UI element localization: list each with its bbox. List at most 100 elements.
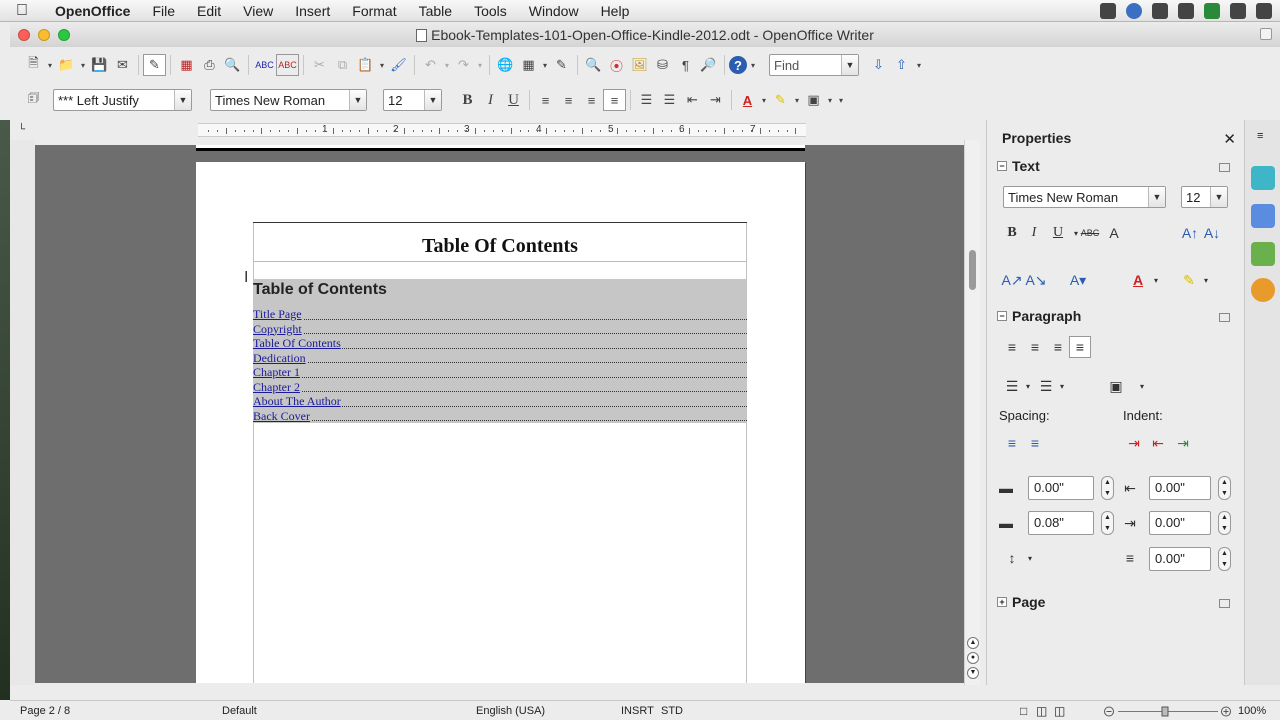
find-field[interactable]: Find ▼ [769, 54, 859, 76]
toc-entry[interactable]: About The Author [253, 394, 747, 409]
help-icon[interactable]: ? [729, 56, 747, 74]
table-of-contents[interactable]: Table of Contents Title Page Copyright T… [253, 279, 747, 423]
navigator-tab-icon[interactable] [1251, 278, 1275, 302]
after-indent-spinner[interactable]: ▲ ▼ [1218, 511, 1231, 535]
above-spacing-spinner[interactable]: ▲ ▼ [1101, 476, 1114, 500]
decrease-indent-icon[interactable]: ⇤ [681, 89, 704, 111]
multi-page-view-icon[interactable]: ◫ [1036, 704, 1047, 718]
open-folder-icon[interactable]: 📁 [55, 54, 78, 76]
table-icon[interactable]: ▦ [517, 54, 540, 76]
record-tray-icon[interactable] [1152, 2, 1168, 19]
toc-entry[interactable]: Chapter 2 [253, 379, 747, 394]
align-right-icon[interactable]: ≡ [580, 89, 603, 111]
formatting-toolbar-more-icon[interactable]: ▾ [835, 89, 847, 111]
font-color-dropdown-icon[interactable]: ▾ [759, 89, 769, 111]
menu-tools[interactable]: Tools [463, 3, 518, 19]
numbering-icon[interactable]: ☰ [635, 89, 658, 111]
redo-icon[interactable]: ↷ [452, 54, 475, 76]
document-page[interactable]: Table Of Contents Table of Contents Titl… [196, 162, 805, 683]
font-name-dropdown-icon[interactable]: ▼ [349, 90, 366, 110]
horizontal-ruler[interactable]: 1 2 3 4 5 6 7 [198, 123, 806, 137]
background-color-icon[interactable]: ▣ [802, 89, 825, 111]
menu-format[interactable]: Format [341, 3, 407, 19]
before-indent-spinner[interactable]: ▲ ▼ [1218, 476, 1231, 500]
align-center-icon[interactable]: ≡ [557, 89, 580, 111]
sidebar-bold-button[interactable]: B [1001, 222, 1023, 244]
more-options-icon[interactable] [1219, 599, 1230, 608]
navigation-icon[interactable]: ● [967, 652, 979, 664]
paste-icon[interactable]: 📋 [354, 54, 377, 76]
language-indicator[interactable]: English (USA) [476, 705, 545, 717]
sidebar-align-center-icon[interactable]: ≡ [1024, 336, 1046, 358]
sidebar-font-color-dropdown-icon[interactable]: ▾ [1145, 269, 1167, 291]
document-canvas[interactable]: Table Of Contents Table of Contents Titl… [35, 145, 964, 683]
sidebar-font-name-combo[interactable]: Times New Roman ▼ [1003, 186, 1166, 208]
find-next-icon[interactable]: ⇩ [867, 54, 890, 76]
copy-icon[interactable]: ⧉ [331, 54, 354, 76]
sidebar-align-left-icon[interactable]: ≡ [1001, 336, 1023, 358]
decrease-spacing-icon[interactable]: ≡ [1024, 432, 1046, 454]
sidebar-increase-indent-icon[interactable]: ⇥ [1123, 432, 1145, 454]
selection-mode-indicator[interactable]: STD [661, 705, 683, 717]
sidebar-italic-button[interactable]: I [1023, 222, 1045, 244]
paragraph-style-dropdown-icon[interactable]: ▼ [174, 90, 191, 110]
align-left-icon[interactable]: ≡ [534, 89, 557, 111]
print-icon[interactable]: ⎙ [198, 54, 221, 76]
menu-window[interactable]: Window [518, 3, 590, 19]
sidebar-highlight-dropdown-icon[interactable]: ▾ [1195, 269, 1217, 291]
find-replace-icon[interactable]: 🔍 [582, 54, 605, 76]
data-sources-icon[interactable]: ⛁ [651, 54, 674, 76]
find-previous-icon[interactable]: ⇧ [890, 54, 913, 76]
toc-entry[interactable]: Title Page [253, 307, 747, 322]
subscript-icon[interactable]: A↓ [1201, 222, 1223, 244]
cut-icon[interactable]: ✂ [308, 54, 331, 76]
bold-button[interactable]: B [456, 89, 479, 111]
toolbar-more-icon[interactable]: ▾ [747, 54, 759, 76]
new-dropdown-icon[interactable]: ▾ [45, 54, 55, 76]
tab-stop-selector[interactable]: └ [18, 124, 25, 135]
paragraph-background-icon[interactable]: ▣ [1105, 375, 1127, 397]
sync-tray-icon[interactable] [1126, 2, 1142, 19]
page-section-header[interactable]: + Page [997, 594, 1045, 610]
first-line-indent-spinner[interactable]: ▲ ▼ [1218, 547, 1231, 571]
bluetooth-tray-icon[interactable] [1256, 2, 1272, 19]
hyperlink-icon[interactable]: 🌐 [494, 54, 517, 76]
strikethrough-icon[interactable]: ABC [1079, 222, 1101, 244]
menu-view[interactable]: View [232, 3, 284, 19]
zoom-icon[interactable]: 🔎 [697, 54, 720, 76]
above-spacing-field[interactable]: 0.00" [1028, 476, 1094, 500]
menu-edit[interactable]: Edit [186, 3, 232, 19]
close-icon[interactable]: ✕ [1223, 130, 1236, 148]
below-spacing-field[interactable]: 0.08" [1028, 511, 1094, 535]
underline-button[interactable]: U [502, 89, 525, 111]
paste-dropdown-icon[interactable]: ▾ [377, 54, 387, 76]
increase-spacing-icon[interactable]: ≡ [1001, 432, 1023, 454]
sidebar-decrease-indent-icon[interactable]: ⇤ [1147, 432, 1169, 454]
apple-menu-icon[interactable]:  [0, 2, 44, 20]
font-size-combo[interactable]: 12 ▼ [383, 89, 442, 111]
dropbox-tray-icon[interactable] [1204, 2, 1220, 19]
collapse-icon[interactable]: − [997, 311, 1007, 321]
gallery-icon[interactable]: 🖼 [628, 54, 651, 76]
find-toolbar-more-icon[interactable]: ▾ [913, 54, 925, 76]
italic-button[interactable]: I [479, 89, 502, 111]
sidebar-menu-icon[interactable]: ≡ [1257, 130, 1263, 142]
print-preview-icon[interactable]: 🔍 [221, 54, 244, 76]
expand-icon[interactable]: + [997, 597, 1007, 607]
menu-table[interactable]: Table [408, 3, 463, 19]
highlighting-dropdown-icon[interactable]: ▾ [792, 89, 802, 111]
highlighting-icon[interactable]: ✎ [769, 89, 792, 111]
shadow-icon[interactable]: A [1103, 222, 1125, 244]
shrink-font-icon[interactable]: A↘ [1025, 269, 1047, 291]
redo-dropdown-icon[interactable]: ▾ [475, 54, 485, 76]
bullets-icon[interactable]: ☰ [658, 89, 681, 111]
toc-entry[interactable]: Dedication [253, 350, 747, 365]
menu-insert[interactable]: Insert [284, 3, 341, 19]
styles-tab-icon[interactable] [1251, 204, 1275, 228]
font-color-icon[interactable]: A [736, 89, 759, 111]
book-view-icon[interactable]: ◫ [1054, 704, 1065, 718]
scrollbar-thumb[interactable] [969, 250, 976, 290]
zoom-slider[interactable] [1104, 706, 1234, 717]
collapse-icon[interactable]: − [997, 161, 1007, 171]
email-icon[interactable]: ✉ [111, 54, 134, 76]
